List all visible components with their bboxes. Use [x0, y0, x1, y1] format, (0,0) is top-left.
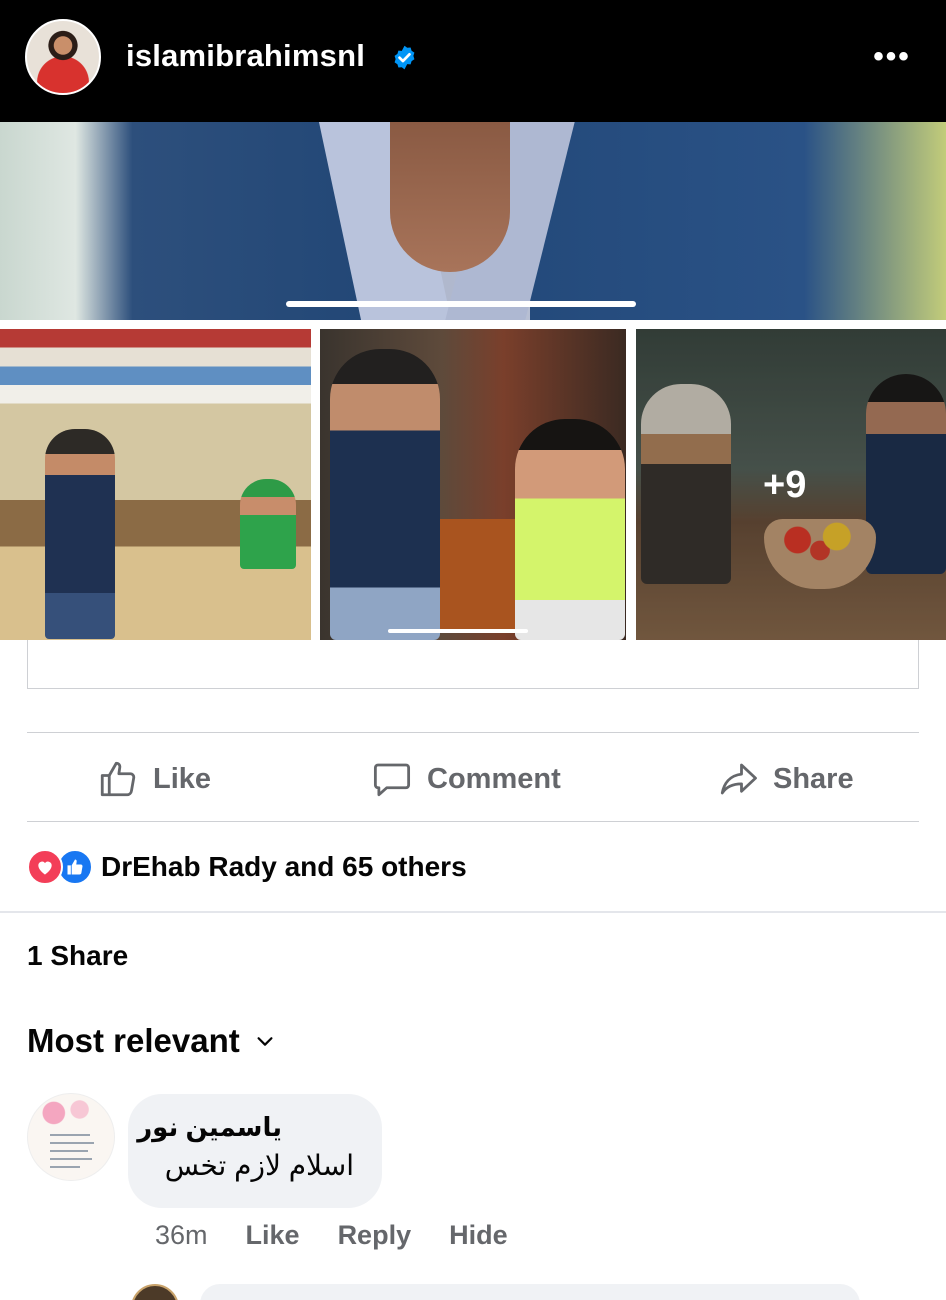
story-header: islamibrahimsnl •••	[0, 0, 946, 122]
sort-label: Most relevant	[27, 1022, 240, 1059]
next-commenter-avatar[interactable]	[131, 1284, 179, 1300]
divider	[27, 732, 919, 733]
comment-like-button[interactable]: Like	[246, 1220, 300, 1251]
link-preview-box	[27, 640, 919, 689]
comment-meta: 36m Like Reply Hide	[155, 1220, 508, 1251]
post-photo-thumbnail-2[interactable]	[320, 329, 626, 640]
thumbs-up-icon	[100, 761, 136, 797]
like-label: Like	[153, 762, 212, 795]
comment-time: 36m	[155, 1220, 208, 1250]
comment-hide-button[interactable]: Hide	[449, 1220, 508, 1251]
more-photos-label: +9	[763, 464, 807, 506]
post-photo-thumbnail-1[interactable]	[0, 329, 311, 640]
next-comment-bubble	[200, 1284, 860, 1300]
reactions-summary[interactable]: DrEhab Rady and 65 others	[27, 848, 467, 886]
share-count[interactable]: 1 Share	[27, 940, 128, 972]
post-main-photo[interactable]	[0, 122, 946, 320]
more-photos-count[interactable]: +9	[636, 329, 946, 640]
comment-bubble: ياسمين نور اسلام لازم تخس	[128, 1094, 382, 1208]
verified-badge-icon	[394, 45, 415, 70]
comment-label: Comment	[427, 762, 561, 795]
profile-avatar[interactable]	[25, 19, 101, 95]
love-reaction-icon	[27, 849, 63, 885]
share-arrow-icon	[720, 763, 757, 795]
photo-scroll-indicator	[286, 301, 636, 307]
divider	[27, 821, 919, 822]
comments-sort-dropdown[interactable]: Most relevant	[27, 1022, 276, 1060]
comment-reply-button[interactable]: Reply	[338, 1220, 412, 1251]
username[interactable]: islamibrahimsnl	[126, 38, 365, 74]
chevron-down-icon	[257, 1037, 273, 1046]
like-button[interactable]: Like	[97, 756, 211, 802]
section-divider	[0, 911, 946, 913]
comment-text: اسلام لازم تخس	[164, 1150, 354, 1181]
comment-author[interactable]: ياسمين نور	[128, 1112, 354, 1143]
reactions-text: DrEhab Rady and 65 others	[101, 851, 467, 882]
share-label: Share	[773, 762, 854, 795]
share-button[interactable]: Share	[717, 756, 854, 802]
comment-bubble-icon	[373, 763, 411, 797]
more-horizontal-icon[interactable]: •••	[872, 42, 912, 72]
commenter-avatar[interactable]	[27, 1093, 115, 1181]
comment-button[interactable]: Comment	[371, 756, 561, 802]
